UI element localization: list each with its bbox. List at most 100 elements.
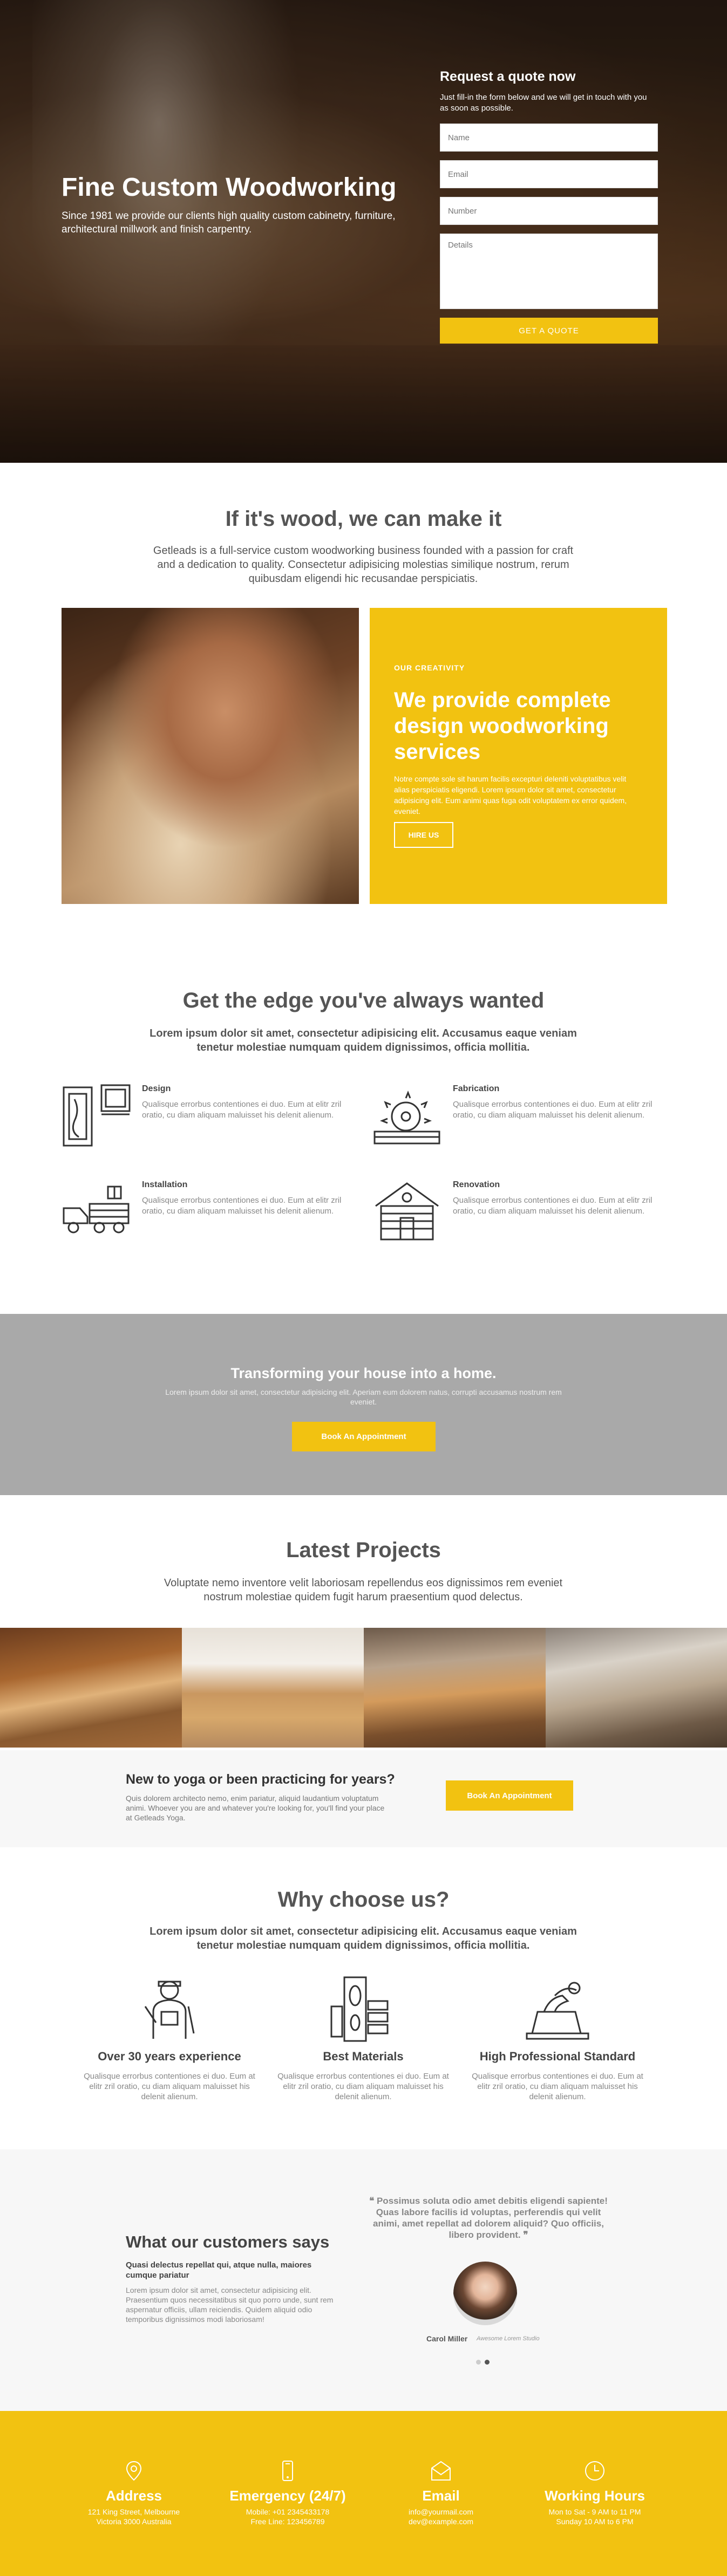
envelope-icon: [431, 2461, 451, 2481]
feature-text: Qualisque errorbus contentiones ei duo. …: [453, 1196, 653, 1216]
footer-address-line: Victoria 3000 Australia: [96, 2517, 172, 2526]
yoga-text: Quis dolorem architecto nemo, enim paria…: [126, 1794, 385, 1822]
footer-hours: Working Hours Mon to Sat - 9 AM to 11 PM…: [514, 2459, 676, 2526]
footer-emergency: Emergency (24/7) Mobile: +01 2345433178 …: [207, 2459, 369, 2526]
testimonial-quote-text: Possimus soluta odio amet debitis eligen…: [373, 2196, 608, 2240]
carpenter-icon: [144, 1981, 195, 2039]
about-title: If it's wood, we can make it: [225, 507, 502, 531]
transform-cta-section: Transforming your house into a home. Lor…: [0, 1314, 727, 1495]
plane-tool-icon: [526, 1982, 589, 2040]
feature-title: Design: [142, 1084, 171, 1093]
edge-title: Get the edge you've always wanted: [182, 989, 545, 1012]
why-item-title: Over 30 years experience: [98, 2050, 241, 2063]
why-item-text: Qualisque errorbus contentiones ei duo. …: [472, 2072, 643, 2101]
email-input[interactable]: [440, 160, 658, 188]
avatar: [453, 2262, 517, 2325]
feature-text: Qualisque errorbus contentiones ei duo. …: [453, 1100, 653, 1120]
feature-installation: Installation Qualisque errorbus contenti…: [62, 1179, 364, 1244]
project-image[interactable]: [182, 1628, 364, 1748]
book-appointment-button[interactable]: Book An Appointment: [292, 1422, 436, 1451]
cta-text: Lorem ipsum dolor sit amet, consectetur …: [165, 1388, 562, 1406]
name-input[interactable]: [440, 124, 658, 152]
design-icon: [63, 1084, 131, 1147]
hire-us-button[interactable]: HIRE US: [394, 822, 453, 848]
testimonials-section: What our customers says Quasi delectus r…: [0, 2149, 727, 2411]
about-subtitle: Getleads is a full-service custom woodwo…: [153, 545, 574, 585]
creativity-label: OUR CREATIVITY: [394, 663, 465, 672]
carousel-dot[interactable]: [476, 2360, 481, 2365]
feature-title: Installation: [142, 1180, 188, 1189]
projects-subtitle: Voluptate nemo inventore velit laboriosa…: [164, 1577, 563, 1603]
feature-title: Renovation: [453, 1180, 500, 1189]
footer: Address 121 King Street, Melbourne Victo…: [0, 2411, 727, 2576]
wood-planks-icon: [330, 1976, 389, 2042]
yoga-title: New to yoga or been practicing for years…: [126, 1772, 395, 1787]
carpenter-planing-image: [62, 608, 359, 904]
project-image[interactable]: [546, 1628, 727, 1748]
feature-design: Design Qualisque errorbus contentiones e…: [62, 1083, 364, 1148]
get-quote-button[interactable]: GET A QUOTE: [440, 318, 658, 344]
creativity-box: OUR CREATIVITY We provide complete desig…: [370, 608, 667, 904]
why-item-experience: Over 30 years experience Qualisque error…: [72, 1974, 267, 2114]
number-input[interactable]: [440, 197, 658, 225]
testimonial-name: Carol Miller: [426, 2334, 468, 2343]
quote-form: Request a quote now Just fill-in the for…: [440, 69, 658, 344]
footer-email: Email info@yourmail.com dev@example.com: [360, 2459, 522, 2526]
quote-form-text: Just fill-in the form below and we will …: [440, 93, 647, 113]
creativity-heading: We provide complete design woodworking s…: [394, 688, 611, 764]
saw-icon: [373, 1090, 440, 1145]
quote-open-icon: ❝: [369, 2196, 377, 2206]
testimonial-quote: ❝ Possimus soluta odio amet debitis elig…: [367, 2195, 610, 2241]
footer-hours-title: Working Hours: [545, 2488, 645, 2504]
why-subtitle: Lorem ipsum dolor sit amet, consectetur …: [150, 1926, 577, 1951]
hero-section: Fine Custom Woodworking Since 1981 we pr…: [0, 0, 727, 463]
footer-emergency-line: Free Line: 123456789: [250, 2517, 325, 2526]
project-image[interactable]: [364, 1628, 546, 1748]
details-textarea[interactable]: [440, 234, 658, 309]
why-title: Why choose us?: [277, 1888, 450, 1912]
footer-email-line[interactable]: info@yourmail.com: [360, 2508, 522, 2516]
projects-gallery: [0, 1628, 727, 1748]
footer-hours-line: Sunday 10 AM to 6 PM: [556, 2517, 634, 2526]
hero-subtitle: Since 1981 we provide our clients high q…: [62, 210, 396, 235]
quote-close-icon: ❞: [520, 2230, 528, 2240]
mobile-icon: [282, 2461, 293, 2481]
feature-text: Qualisque errorbus contentiones ei duo. …: [142, 1196, 342, 1216]
footer-address-line: 121 King Street, Melbourne: [87, 2508, 180, 2516]
log-house-icon: [375, 1182, 439, 1241]
quote-form-title: Request a quote now: [440, 69, 576, 84]
landing-page: Fine Custom Woodworking Since 1981 we pr…: [0, 0, 727, 2576]
feature-title: Fabrication: [453, 1084, 500, 1093]
why-item-standard: High Professional Standard Qualisque err…: [460, 1974, 655, 2114]
testimonials-subtitle: Quasi delectus repellat qui, atque nulla…: [126, 2260, 312, 2280]
footer-email-line[interactable]: dev@example.com: [360, 2517, 522, 2526]
cta-title: Transforming your house into a home.: [230, 1365, 497, 1381]
footer-address-title: Address: [105, 2488, 162, 2504]
testimonial-role: Awesome Lorem Studio: [477, 2335, 540, 2342]
why-item-text: Qualisque errorbus contentiones ei duo. …: [277, 2072, 449, 2101]
clock-icon: [585, 2461, 604, 2481]
footer-email-title: Email: [422, 2488, 460, 2504]
why-item-title: High Professional Standard: [479, 2050, 636, 2063]
why-item-title: Best Materials: [323, 2050, 404, 2063]
testimonials-title: What our customers says: [126, 2232, 330, 2251]
footer-address: Address 121 King Street, Melbourne Victo…: [53, 2459, 215, 2526]
carousel-dot-active[interactable]: [485, 2360, 490, 2365]
why-item-materials: Best Materials Qualisque errorbus conten…: [266, 1974, 460, 2114]
yoga-book-appointment-button[interactable]: Book An Appointment: [446, 1780, 573, 1811]
feature-renovation: Renovation Qualisque errorbus contention…: [372, 1179, 675, 1244]
edge-subtitle: Lorem ipsum dolor sit amet, consectetur …: [150, 1027, 577, 1053]
testimonials-text: Lorem ipsum dolor sit amet, consectetur …: [126, 2286, 334, 2324]
project-image[interactable]: [0, 1628, 182, 1748]
yoga-cta-section: New to yoga or been practicing for years…: [0, 1750, 727, 1847]
feature-fabrication: Fabrication Qualisque errorbus contentio…: [372, 1083, 675, 1148]
creativity-text: Notre compte sole sit harum facilis exce…: [394, 775, 627, 816]
feature-text: Qualisque errorbus contentiones ei duo. …: [142, 1100, 342, 1120]
location-pin-icon: [126, 2461, 142, 2481]
projects-title: Latest Projects: [286, 1538, 441, 1562]
footer-emergency-line: Mobile: +01 2345433178: [246, 2508, 330, 2516]
why-item-text: Qualisque errorbus contentiones ei duo. …: [84, 2072, 255, 2101]
truck-icon: [63, 1186, 130, 1234]
footer-hours-line: Mon to Sat - 9 AM to 11 PM: [548, 2508, 641, 2516]
footer-emergency-title: Emergency (24/7): [229, 2488, 346, 2504]
